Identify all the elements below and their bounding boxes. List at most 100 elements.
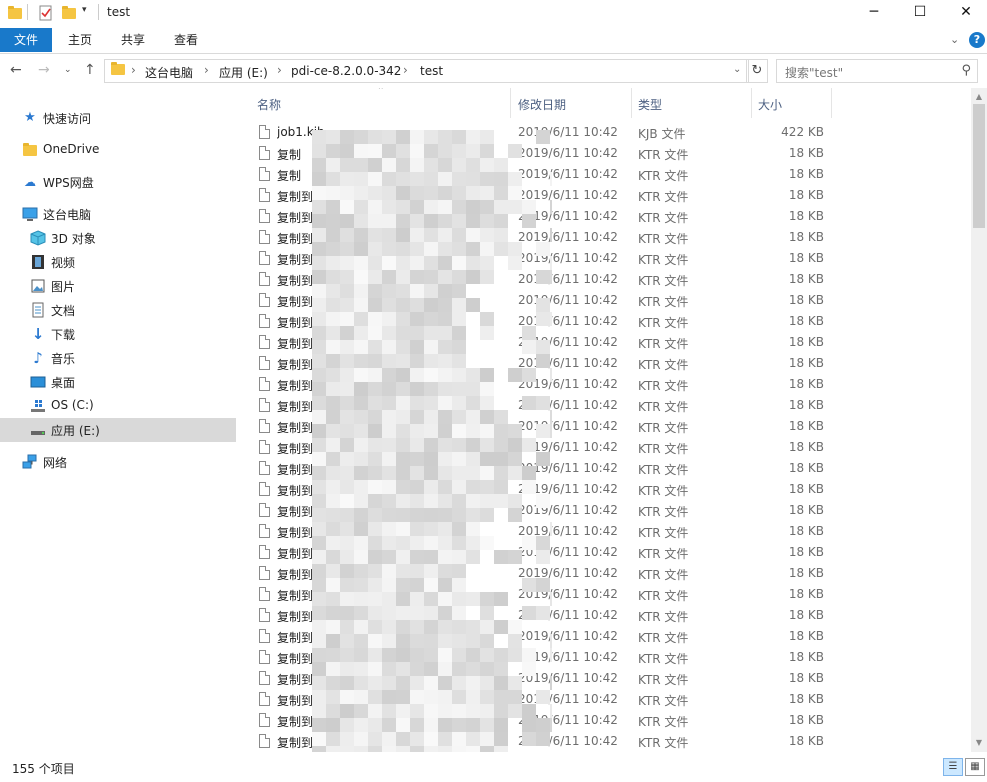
blur-block bbox=[382, 256, 396, 270]
breadcrumb-separator-icon[interactable]: › bbox=[131, 63, 136, 77]
back-arrow-icon[interactable]: ← bbox=[10, 62, 22, 78]
drive-icon bbox=[30, 422, 46, 438]
blur-block bbox=[452, 298, 466, 312]
scroll-up-arrow-icon[interactable]: ▲ bbox=[971, 90, 987, 104]
blur-block bbox=[382, 564, 396, 578]
blur-block bbox=[452, 144, 466, 158]
breadcrumb-test[interactable]: test bbox=[420, 64, 443, 78]
blur-block bbox=[354, 256, 368, 270]
expand-ribbon-icon[interactable]: ⌄ bbox=[950, 28, 959, 52]
blur-block bbox=[508, 704, 522, 718]
file-size: 18 KB bbox=[788, 356, 824, 370]
refresh-icon[interactable]: ↻ bbox=[746, 59, 768, 83]
minimize-button[interactable]: ─ bbox=[851, 0, 897, 26]
nav-videos[interactable]: 视频 bbox=[0, 250, 236, 274]
nav-quick-access[interactable]: ★ 快速访问 bbox=[0, 106, 236, 130]
column-divider[interactable] bbox=[831, 88, 832, 118]
forward-arrow-icon[interactable]: → bbox=[38, 62, 50, 78]
breadcrumb-separator-icon[interactable]: › bbox=[403, 63, 408, 77]
nav-drive-e[interactable]: 应用 (E:) bbox=[0, 418, 236, 442]
blur-block bbox=[396, 354, 410, 368]
blur-block bbox=[452, 382, 466, 396]
nav-onedrive[interactable]: OneDrive bbox=[0, 138, 236, 162]
maximize-button[interactable]: ☐ bbox=[897, 0, 943, 26]
nav-3d-objects[interactable]: 3D 对象 bbox=[0, 226, 236, 250]
nav-downloads[interactable]: ↓ 下载 bbox=[0, 322, 236, 346]
address-dropdown-icon[interactable]: ⌄ bbox=[733, 64, 741, 75]
new-folder-icon[interactable] bbox=[62, 5, 76, 21]
scroll-down-arrow-icon[interactable]: ▼ bbox=[971, 736, 987, 750]
blur-block bbox=[396, 200, 410, 214]
nav-network[interactable]: 网络 bbox=[0, 450, 236, 474]
blur-block bbox=[340, 466, 354, 480]
blur-block bbox=[466, 298, 480, 312]
column-divider[interactable] bbox=[510, 88, 511, 118]
blur-block bbox=[466, 200, 480, 214]
blur-block bbox=[410, 676, 424, 690]
customize-quick-access-icon[interactable]: ▾ bbox=[82, 5, 96, 21]
blur-block bbox=[312, 214, 326, 228]
blur-block bbox=[494, 424, 508, 438]
column-divider[interactable] bbox=[631, 88, 632, 118]
blur-block bbox=[312, 298, 326, 312]
nav-documents[interactable]: 文档 bbox=[0, 298, 236, 322]
blur-block bbox=[382, 522, 396, 536]
blur-block bbox=[326, 130, 340, 144]
breadcrumb-separator-icon[interactable]: › bbox=[277, 63, 282, 77]
address-bar[interactable]: › 这台电脑 › 应用 (E:) › pdi-ce-8.2.0.0-342 › … bbox=[104, 59, 749, 83]
file-icon bbox=[259, 230, 270, 244]
breadcrumb-this-pc[interactable]: 这台电脑 bbox=[145, 64, 193, 81]
breadcrumb-separator-icon[interactable]: › bbox=[204, 63, 209, 77]
tab-view[interactable]: 查看 bbox=[174, 28, 198, 52]
tab-file[interactable]: 文件 bbox=[0, 28, 52, 52]
column-header-type[interactable]: 类型 bbox=[638, 96, 662, 113]
blur-block bbox=[438, 592, 452, 606]
nav-wps[interactable]: ☁ WPS网盘 bbox=[0, 170, 236, 194]
blur-block bbox=[508, 186, 522, 200]
column-header-modified[interactable]: 修改日期 bbox=[518, 96, 566, 113]
tab-home[interactable]: 主页 bbox=[68, 28, 92, 52]
blur-block bbox=[410, 438, 424, 452]
column-header-size[interactable]: 大小 bbox=[758, 96, 782, 113]
blur-block bbox=[438, 522, 452, 536]
blur-block bbox=[424, 620, 438, 634]
column-divider[interactable] bbox=[751, 88, 752, 118]
nav-this-pc[interactable]: 这台电脑 bbox=[0, 202, 236, 226]
blur-block bbox=[508, 368, 522, 382]
tab-share[interactable]: 共享 bbox=[121, 28, 145, 52]
blur-block bbox=[522, 648, 536, 662]
nav-pictures[interactable]: 图片 bbox=[0, 274, 236, 298]
details-view-icon[interactable]: ☰ bbox=[943, 758, 963, 776]
large-icons-view-icon[interactable]: ▦ bbox=[965, 758, 985, 776]
blur-block bbox=[312, 396, 326, 410]
close-button[interactable]: ✕ bbox=[943, 0, 987, 26]
blur-block bbox=[536, 298, 550, 312]
blur-block bbox=[480, 270, 494, 284]
blur-block bbox=[494, 494, 508, 508]
breadcrumb-pdi[interactable]: pdi-ce-8.2.0.0-342 bbox=[291, 64, 401, 78]
nav-music[interactable]: ♪ 音乐 bbox=[0, 346, 236, 370]
blur-block bbox=[312, 550, 326, 564]
blur-block bbox=[550, 228, 552, 242]
nav-drive-c[interactable]: OS (C:) bbox=[0, 394, 236, 418]
blur-block bbox=[354, 242, 368, 256]
file-type: KTR 文件 bbox=[638, 610, 689, 624]
help-icon[interactable]: ? bbox=[969, 32, 985, 48]
blur-block bbox=[312, 746, 326, 752]
scrollbar-thumb[interactable] bbox=[973, 104, 985, 228]
nav-desktop[interactable]: 桌面 bbox=[0, 370, 236, 394]
blur-block bbox=[368, 396, 382, 410]
search-input[interactable]: 搜索"test" ⚲ bbox=[776, 59, 978, 83]
search-icon[interactable]: ⚲ bbox=[961, 63, 971, 78]
blur-block bbox=[382, 704, 396, 718]
column-header-name[interactable]: 名称 bbox=[257, 96, 281, 113]
breadcrumb-drive-e[interactable]: 应用 (E:) bbox=[219, 64, 268, 81]
blur-block bbox=[410, 732, 424, 746]
vertical-scrollbar[interactable]: ▲ ▼ bbox=[971, 88, 987, 752]
recent-locations-icon[interactable]: ⌄ bbox=[64, 65, 72, 75]
properties-icon[interactable] bbox=[38, 5, 52, 21]
blur-block bbox=[326, 578, 340, 592]
file-icon bbox=[259, 629, 270, 643]
up-arrow-icon[interactable]: ↑ bbox=[84, 62, 96, 78]
file-icon bbox=[259, 692, 270, 706]
